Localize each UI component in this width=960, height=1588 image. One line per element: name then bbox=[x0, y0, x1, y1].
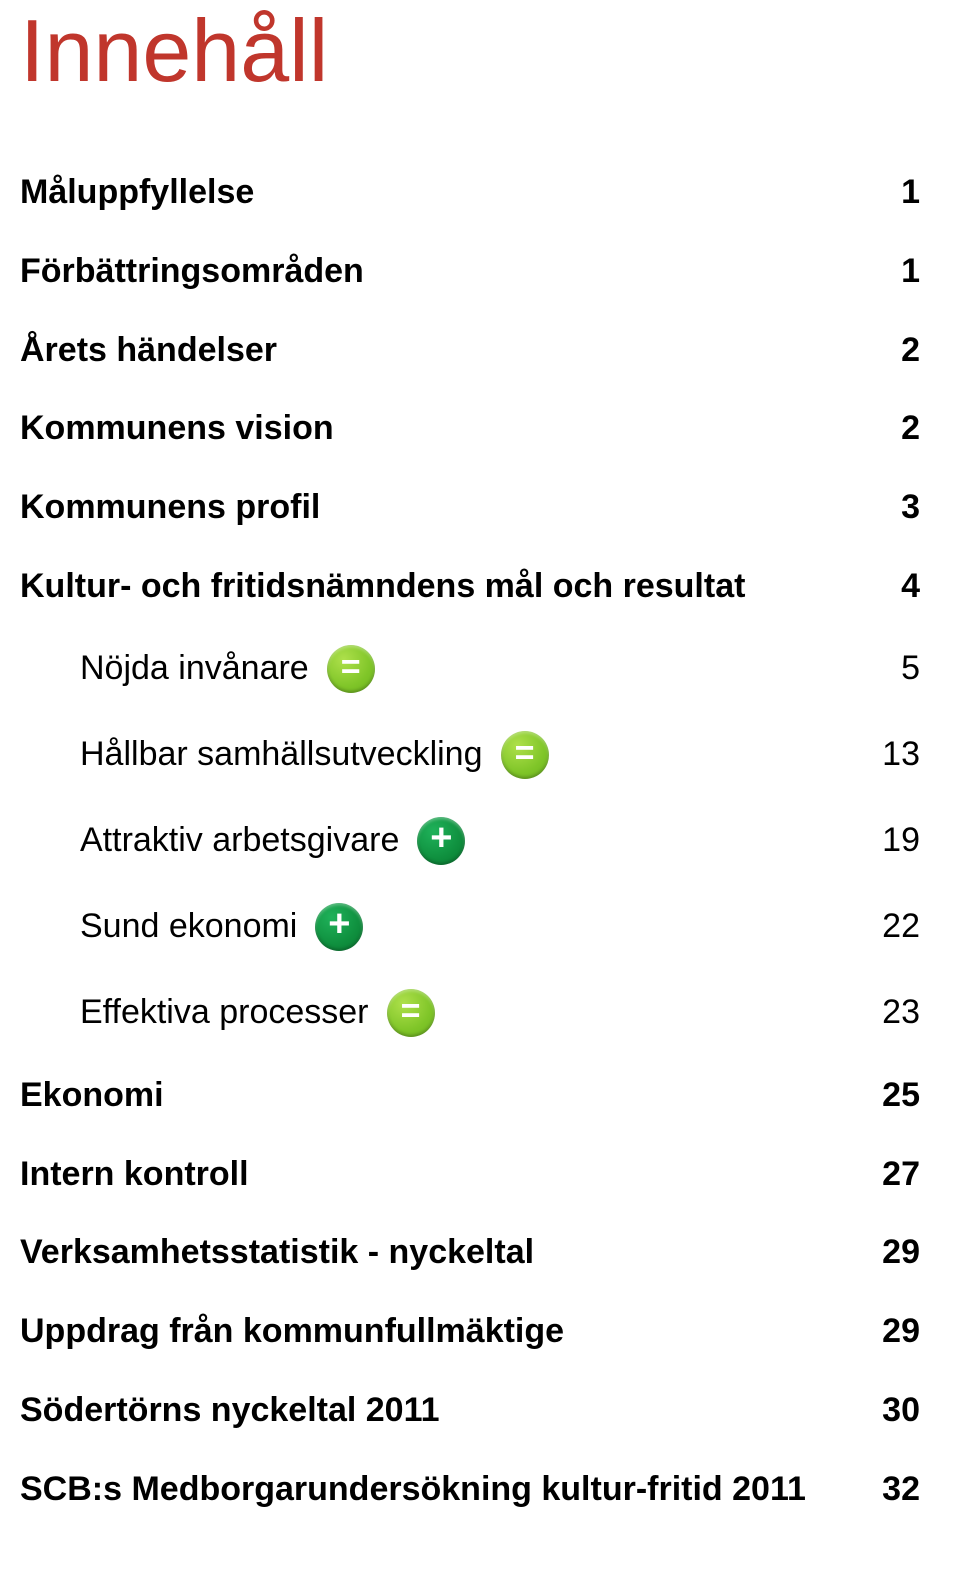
toc-label: Förbättringsområden bbox=[20, 251, 364, 292]
toc-label: Måluppfyllelse bbox=[20, 172, 254, 213]
toc-page-number: 5 bbox=[878, 648, 920, 689]
toc-row[interactable]: Intern kontroll 27 bbox=[20, 1154, 920, 1195]
toc-page-number: 23 bbox=[878, 992, 920, 1033]
toc-row-left: Kommunens profil bbox=[20, 487, 320, 528]
toc-page-number: 1 bbox=[878, 172, 920, 213]
equals-icon-glyph bbox=[515, 731, 535, 774]
toc-label: Hållbar samhällsutveckling bbox=[80, 734, 483, 775]
toc-page-number: 27 bbox=[878, 1154, 920, 1195]
toc-row[interactable]: Verksamhetsstatistik - nyckeltal 29 bbox=[20, 1232, 920, 1273]
toc-label: Attraktiv arbetsgivare bbox=[80, 820, 399, 861]
toc-label: Nöjda invånare bbox=[80, 648, 309, 689]
toc-label: SCB:s Medborgarundersökning kultur-friti… bbox=[20, 1469, 806, 1510]
toc-page-number: 29 bbox=[878, 1232, 920, 1273]
toc-row-left: Måluppfyllelse bbox=[20, 172, 254, 213]
equals-icon-glyph bbox=[401, 989, 421, 1032]
toc-page-number: 19 bbox=[878, 820, 920, 861]
toc-row[interactable]: Årets händelser 2 bbox=[20, 330, 920, 371]
toc-row-left: Attraktiv arbetsgivare bbox=[80, 817, 465, 865]
toc-row[interactable]: Kultur- och fritidsnämndens mål och resu… bbox=[20, 566, 920, 607]
toc-label: Kommunens profil bbox=[20, 487, 320, 528]
equals-icon bbox=[327, 645, 375, 693]
plus-icon bbox=[417, 817, 465, 865]
toc-row-left: Uppdrag från kommunfullmäktige bbox=[20, 1311, 564, 1352]
toc-row[interactable]: Kommunens profil 3 bbox=[20, 487, 920, 528]
toc-page-number: 22 bbox=[878, 906, 920, 947]
toc-row-left: Intern kontroll bbox=[20, 1154, 249, 1195]
toc-row[interactable]: Förbättringsområden 1 bbox=[20, 251, 920, 292]
toc-row[interactable]: Uppdrag från kommunfullmäktige 29 bbox=[20, 1311, 920, 1352]
toc-label: Verksamhetsstatistik - nyckeltal bbox=[20, 1232, 534, 1273]
toc-row[interactable]: Hållbar samhällsutveckling 13 bbox=[80, 731, 920, 779]
toc-label: Södertörns nyckeltal 2011 bbox=[20, 1390, 440, 1431]
toc-row[interactable]: Södertörns nyckeltal 2011 30 bbox=[20, 1390, 920, 1431]
toc-row-left: Nöjda invånare bbox=[80, 645, 375, 693]
plus-icon-glyph bbox=[430, 817, 452, 860]
toc-page-number: 4 bbox=[878, 566, 920, 607]
toc-page-number: 1 bbox=[878, 251, 920, 292]
toc-page-number: 3 bbox=[878, 487, 920, 528]
toc-row[interactable]: Effektiva processer 23 bbox=[80, 989, 920, 1037]
toc-row[interactable]: Attraktiv arbetsgivare 19 bbox=[80, 817, 920, 865]
equals-icon bbox=[387, 989, 435, 1037]
toc-label: Intern kontroll bbox=[20, 1154, 249, 1195]
toc-row-left: Effektiva processer bbox=[80, 989, 435, 1037]
toc-page-number: 32 bbox=[878, 1469, 920, 1510]
plus-icon bbox=[315, 903, 363, 951]
toc-row-left: Ekonomi bbox=[20, 1075, 164, 1116]
plus-icon-glyph bbox=[328, 903, 350, 946]
toc-row-left: Kultur- och fritidsnämndens mål och resu… bbox=[20, 566, 745, 607]
toc-row[interactable]: Måluppfyllelse 1 bbox=[20, 172, 920, 213]
toc-label: Ekonomi bbox=[20, 1075, 164, 1116]
toc-row[interactable]: Nöjda invånare 5 bbox=[80, 645, 920, 693]
toc-label: Uppdrag från kommunfullmäktige bbox=[20, 1311, 564, 1352]
toc-row[interactable]: SCB:s Medborgarundersökning kultur-friti… bbox=[20, 1469, 920, 1510]
toc-row-left: Årets händelser bbox=[20, 330, 277, 371]
toc-row-left: Förbättringsområden bbox=[20, 251, 364, 292]
table-of-contents: Måluppfyllelse 1 Förbättringsområden 1 Årets… bbox=[20, 172, 920, 1510]
page-container: Innehåll Måluppfyllelse1Förbättringsområ… bbox=[0, 0, 960, 1588]
toc-row-left: Södertörns nyckeltal 2011 bbox=[20, 1390, 440, 1431]
toc-label: Kommunens vision bbox=[20, 408, 334, 449]
toc-label: Årets händelser bbox=[20, 330, 277, 371]
toc-row-left: Verksamhetsstatistik - nyckeltal bbox=[20, 1232, 534, 1273]
page-title: Innehåll bbox=[20, 0, 920, 102]
toc-page-number: 2 bbox=[878, 330, 920, 371]
equals-icon bbox=[501, 731, 549, 779]
toc-page-number: 25 bbox=[878, 1075, 920, 1116]
equals-icon-glyph bbox=[341, 645, 361, 688]
toc-page-number: 29 bbox=[878, 1311, 920, 1352]
toc-page-number: 30 bbox=[878, 1390, 920, 1431]
toc-row-left: Kommunens vision bbox=[20, 408, 334, 449]
toc-row[interactable]: Sund ekonomi 22 bbox=[80, 903, 920, 951]
toc-label: Sund ekonomi bbox=[80, 906, 297, 947]
toc-row-left: SCB:s Medborgarundersökning kultur-friti… bbox=[20, 1469, 806, 1510]
toc-row-left: Hållbar samhällsutveckling bbox=[80, 731, 549, 779]
toc-row[interactable]: Kommunens vision 2 bbox=[20, 408, 920, 449]
toc-label: Kultur- och fritidsnämndens mål och resu… bbox=[20, 566, 745, 607]
toc-row-left: Sund ekonomi bbox=[80, 903, 363, 951]
toc-page-number: 13 bbox=[878, 734, 920, 775]
toc-row[interactable]: Ekonomi 25 bbox=[20, 1075, 920, 1116]
toc-label: Effektiva processer bbox=[80, 992, 369, 1033]
toc-page-number: 2 bbox=[878, 408, 920, 449]
